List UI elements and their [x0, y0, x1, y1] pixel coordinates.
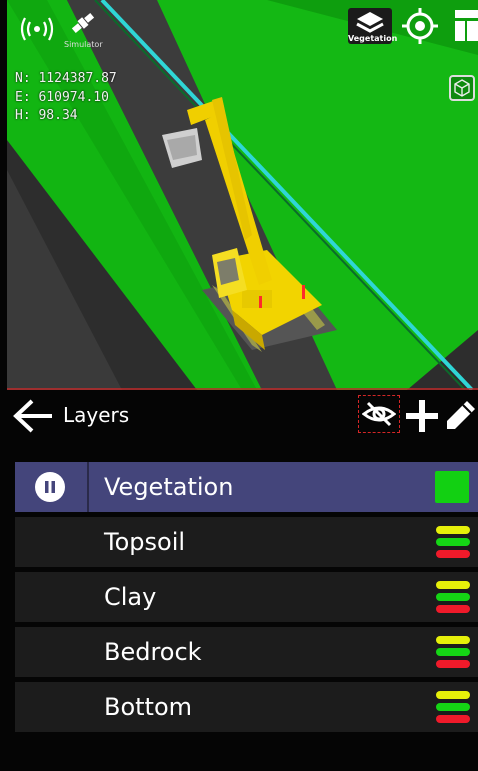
menu-icon[interactable] — [453, 8, 478, 42]
layer-tolerance-icon[interactable] — [436, 636, 470, 670]
north-coordinate: N: 1124387.87 — [15, 71, 117, 86]
layer-name: Bedrock — [104, 638, 202, 666]
layer-row-clay[interactable]: Clay — [15, 572, 478, 622]
target-icon[interactable] — [402, 8, 438, 44]
layer-name: Vegetation — [104, 473, 234, 501]
layer-row-vegetation[interactable]: Vegetation — [15, 462, 478, 512]
back-arrow-icon[interactable] — [12, 398, 56, 434]
pause-icon[interactable] — [35, 472, 65, 502]
signal-icon[interactable] — [18, 16, 56, 42]
layer-name: Bottom — [104, 693, 193, 721]
height-coordinate: H: 98.34 — [15, 108, 78, 123]
satellite-icon — [71, 12, 95, 34]
map-viewport[interactable]: Simulator N: 1124387.87 E: 610974.10 H: … — [7, 0, 478, 390]
layers-panel: Layers Vegetation Topsoil Clay Bedrock B… — [0, 390, 478, 771]
layer-tolerance-icon[interactable] — [436, 581, 470, 615]
active-layer-badge-label: Vegetation — [348, 34, 398, 43]
active-layer-button[interactable]: Vegetation — [348, 8, 398, 44]
add-layer-icon[interactable] — [404, 398, 440, 434]
layer-color-swatch[interactable] — [435, 471, 469, 503]
east-coordinate: E: 610974.10 — [15, 90, 109, 105]
cube-view-icon — [454, 79, 470, 97]
layer-row-bottom[interactable]: Bottom — [15, 682, 478, 732]
row-divider — [87, 462, 89, 512]
layer-name: Topsoil — [104, 528, 186, 556]
excavator-scene — [7, 0, 478, 390]
layer-row-topsoil[interactable]: Topsoil — [15, 517, 478, 567]
connection-label: Simulator — [64, 40, 103, 49]
layers-header: Layers — [0, 390, 478, 442]
layer-tolerance-icon[interactable] — [436, 691, 470, 725]
cube-view-button[interactable] — [449, 75, 475, 101]
edit-pencil-icon[interactable] — [443, 398, 477, 434]
layer-name: Clay — [104, 583, 157, 611]
toggle-visibility-button[interactable] — [358, 395, 400, 433]
eye-hidden-icon — [362, 401, 396, 427]
layer-tolerance-icon[interactable] — [436, 526, 470, 560]
page-title: Layers — [63, 403, 130, 427]
layer-row-bedrock[interactable]: Bedrock — [15, 627, 478, 677]
layers-icon — [356, 12, 384, 33]
